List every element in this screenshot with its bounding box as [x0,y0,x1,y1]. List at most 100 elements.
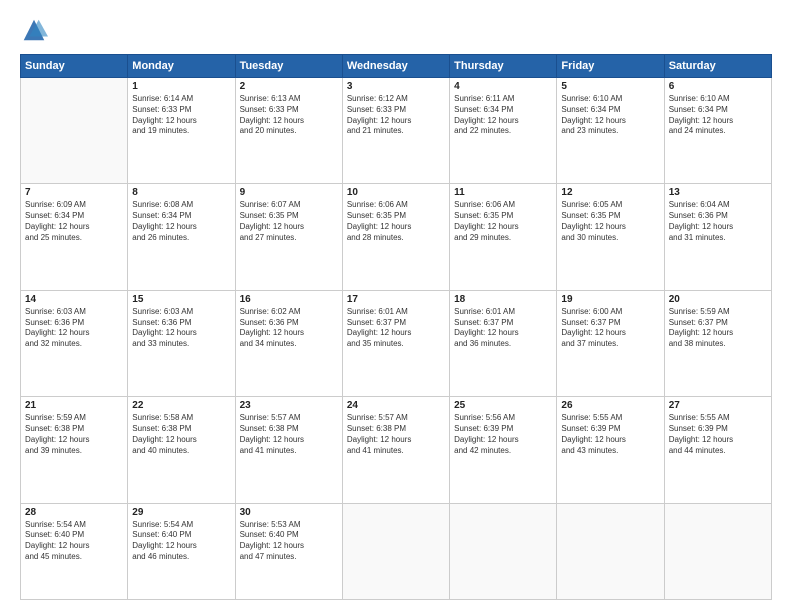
cell-info: Sunrise: 6:07 AM Sunset: 6:35 PM Dayligh… [240,200,338,243]
day-number: 23 [240,400,338,411]
day-number: 30 [240,507,338,518]
day-number: 22 [132,400,230,411]
calendar-cell: 19 Sunrise: 6:00 AM Sunset: 6:37 PM Dayli… [557,290,664,396]
day-number: 3 [347,81,445,92]
calendar-cell: 23 Sunrise: 5:57 AM Sunset: 6:38 PM Dayli… [235,397,342,503]
day-number: 1 [132,81,230,92]
day-number: 19 [561,294,659,305]
calendar-cell: 8 Sunrise: 6:08 AM Sunset: 6:34 PM Daylig… [128,184,235,290]
cell-info: Sunrise: 6:01 AM Sunset: 6:37 PM Dayligh… [347,307,445,350]
calendar-cell: 9 Sunrise: 6:07 AM Sunset: 6:35 PM Daylig… [235,184,342,290]
cell-info: Sunrise: 6:06 AM Sunset: 6:35 PM Dayligh… [454,200,552,243]
cell-info: Sunrise: 6:05 AM Sunset: 6:35 PM Dayligh… [561,200,659,243]
calendar-cell: 18 Sunrise: 6:01 AM Sunset: 6:37 PM Dayli… [450,290,557,396]
calendar-cell: 6 Sunrise: 6:10 AM Sunset: 6:34 PM Daylig… [664,78,771,184]
cell-info: Sunrise: 5:55 AM Sunset: 6:39 PM Dayligh… [669,413,767,456]
day-number: 16 [240,294,338,305]
cell-info: Sunrise: 6:09 AM Sunset: 6:34 PM Dayligh… [25,200,123,243]
cell-info: Sunrise: 6:00 AM Sunset: 6:37 PM Dayligh… [561,307,659,350]
calendar-header-row: SundayMondayTuesdayWednesdayThursdayFrid… [21,55,772,78]
day-number: 14 [25,294,123,305]
calendar-week-row: 1 Sunrise: 6:14 AM Sunset: 6:33 PM Daylig… [21,78,772,184]
calendar-cell: 11 Sunrise: 6:06 AM Sunset: 6:35 PM Dayli… [450,184,557,290]
day-number: 5 [561,81,659,92]
calendar-cell: 21 Sunrise: 5:59 AM Sunset: 6:38 PM Dayli… [21,397,128,503]
day-number: 8 [132,187,230,198]
calendar-cell: 30 Sunrise: 5:53 AM Sunset: 6:40 PM Dayli… [235,503,342,600]
cell-info: Sunrise: 5:58 AM Sunset: 6:38 PM Dayligh… [132,413,230,456]
calendar-cell [342,503,449,600]
logo [20,16,52,44]
calendar-cell: 1 Sunrise: 6:14 AM Sunset: 6:33 PM Daylig… [128,78,235,184]
calendar-cell: 14 Sunrise: 6:03 AM Sunset: 6:36 PM Dayli… [21,290,128,396]
calendar-cell: 13Sunrise: 6:04 AM Sunset: 6:36 PM Dayli… [664,184,771,290]
day-number: 6 [669,81,767,92]
calendar-week-row: 7 Sunrise: 6:09 AM Sunset: 6:34 PM Daylig… [21,184,772,290]
calendar-week-row: 21 Sunrise: 5:59 AM Sunset: 6:38 PM Dayli… [21,397,772,503]
day-number: 17 [347,294,445,305]
day-number: 15 [132,294,230,305]
calendar-cell [450,503,557,600]
day-header-friday: Friday [557,55,664,78]
day-header-sunday: Sunday [21,55,128,78]
day-number: 24 [347,400,445,411]
cell-info: Sunrise: 5:59 AM Sunset: 6:37 PM Dayligh… [669,307,767,350]
calendar-cell: 7 Sunrise: 6:09 AM Sunset: 6:34 PM Daylig… [21,184,128,290]
cell-info: Sunrise: 6:13 AM Sunset: 6:33 PM Dayligh… [240,94,338,137]
cell-info: Sunrise: 5:55 AM Sunset: 6:39 PM Dayligh… [561,413,659,456]
day-number: 26 [561,400,659,411]
cell-info: Sunrise: 6:08 AM Sunset: 6:34 PM Dayligh… [132,200,230,243]
calendar-cell: 26 Sunrise: 5:55 AM Sunset: 6:39 PM Dayli… [557,397,664,503]
cell-info: Sunrise: 6:10 AM Sunset: 6:34 PM Dayligh… [669,94,767,137]
day-number: 7 [25,187,123,198]
day-header-wednesday: Wednesday [342,55,449,78]
day-number: 2 [240,81,338,92]
calendar-week-row: 14 Sunrise: 6:03 AM Sunset: 6:36 PM Dayli… [21,290,772,396]
day-number: 29 [132,507,230,518]
calendar-week-row: 28Sunrise: 5:54 AM Sunset: 6:40 PM Dayli… [21,503,772,600]
calendar-table: SundayMondayTuesdayWednesdayThursdayFrid… [20,54,772,600]
header [20,16,772,44]
day-number: 21 [25,400,123,411]
day-header-saturday: Saturday [664,55,771,78]
calendar-cell: 10 Sunrise: 6:06 AM Sunset: 6:35 PM Dayli… [342,184,449,290]
calendar-cell: 17 Sunrise: 6:01 AM Sunset: 6:37 PM Dayli… [342,290,449,396]
cell-info: Sunrise: 6:06 AM Sunset: 6:35 PM Dayligh… [347,200,445,243]
calendar-cell [557,503,664,600]
day-number: 28 [25,507,123,518]
calendar-cell: 5 Sunrise: 6:10 AM Sunset: 6:34 PM Daylig… [557,78,664,184]
day-number: 9 [240,187,338,198]
calendar-cell: 28Sunrise: 5:54 AM Sunset: 6:40 PM Dayli… [21,503,128,600]
calendar-cell [664,503,771,600]
cell-info: Sunrise: 5:57 AM Sunset: 6:38 PM Dayligh… [347,413,445,456]
cell-info: Sunrise: 6:03 AM Sunset: 6:36 PM Dayligh… [132,307,230,350]
calendar-cell: 12Sunrise: 6:05 AM Sunset: 6:35 PM Dayli… [557,184,664,290]
cell-info: Sunrise: 6:01 AM Sunset: 6:37 PM Dayligh… [454,307,552,350]
cell-info: Sunrise: 6:12 AM Sunset: 6:33 PM Dayligh… [347,94,445,137]
calendar-cell: 2 Sunrise: 6:13 AM Sunset: 6:33 PM Daylig… [235,78,342,184]
day-number: 13 [669,187,767,198]
day-header-thursday: Thursday [450,55,557,78]
calendar-cell: 15 Sunrise: 6:03 AM Sunset: 6:36 PM Dayli… [128,290,235,396]
cell-info: Sunrise: 5:59 AM Sunset: 6:38 PM Dayligh… [25,413,123,456]
day-number: 20 [669,294,767,305]
cell-info: Sunrise: 6:10 AM Sunset: 6:34 PM Dayligh… [561,94,659,137]
day-number: 27 [669,400,767,411]
cell-info: Sunrise: 6:11 AM Sunset: 6:34 PM Dayligh… [454,94,552,137]
calendar-cell: 3 Sunrise: 6:12 AM Sunset: 6:33 PM Daylig… [342,78,449,184]
calendar-cell [21,78,128,184]
calendar-cell: 22 Sunrise: 5:58 AM Sunset: 6:38 PM Dayli… [128,397,235,503]
day-number: 11 [454,187,552,198]
calendar-cell: 4 Sunrise: 6:11 AM Sunset: 6:34 PM Daylig… [450,78,557,184]
calendar-cell: 20 Sunrise: 5:59 AM Sunset: 6:37 PM Dayli… [664,290,771,396]
day-number: 18 [454,294,552,305]
page: SundayMondayTuesdayWednesdayThursdayFrid… [0,0,792,612]
day-number: 25 [454,400,552,411]
cell-info: Sunrise: 6:03 AM Sunset: 6:36 PM Dayligh… [25,307,123,350]
cell-info: Sunrise: 6:02 AM Sunset: 6:36 PM Dayligh… [240,307,338,350]
cell-info: Sunrise: 6:14 AM Sunset: 6:33 PM Dayligh… [132,94,230,137]
cell-info: Sunrise: 5:53 AM Sunset: 6:40 PM Dayligh… [240,520,338,563]
day-number: 4 [454,81,552,92]
day-number: 10 [347,187,445,198]
cell-info: Sunrise: 5:57 AM Sunset: 6:38 PM Dayligh… [240,413,338,456]
